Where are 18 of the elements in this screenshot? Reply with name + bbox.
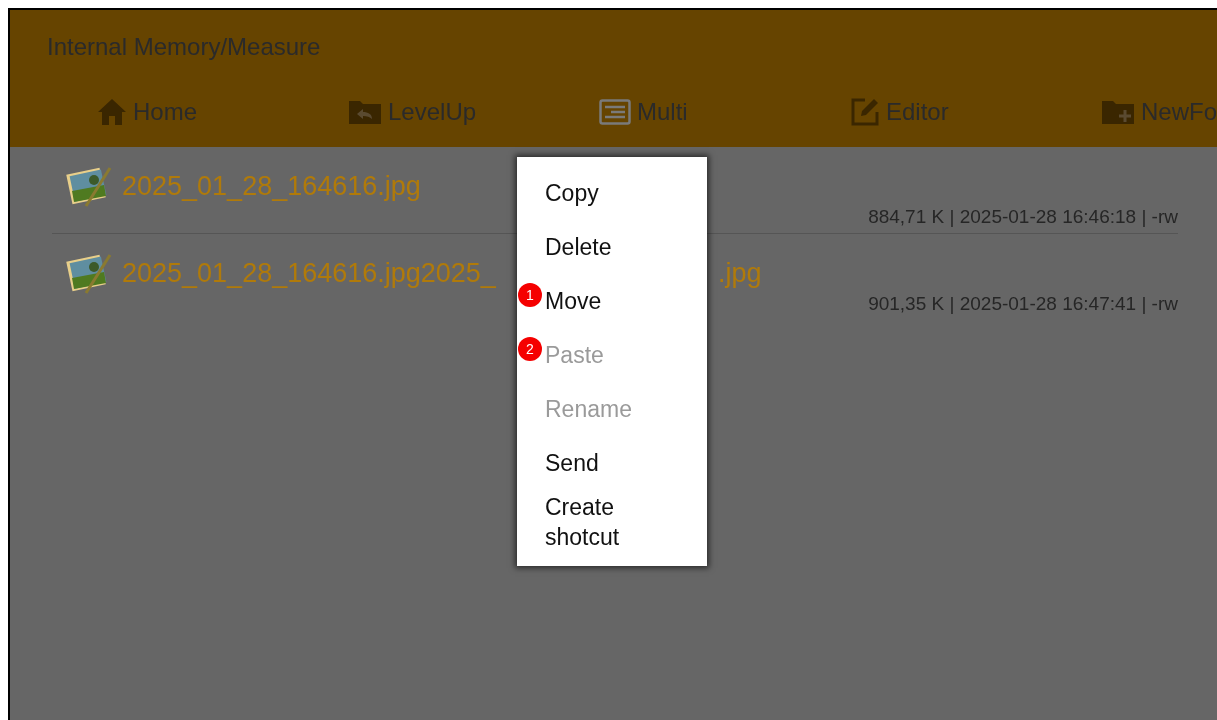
file-name: 2025_01_28_164616.jpg [122, 170, 421, 203]
folder-plus-icon [1101, 99, 1135, 125]
edit-icon [850, 97, 880, 127]
file-name: 2025_01_28_164616.jpg2025_ [122, 257, 496, 290]
path-title: Internal Memory/Measure [46, 32, 321, 62]
house-icon [97, 98, 127, 126]
menu-item[interactable]: Delete [517, 214, 707, 268]
number-marker: 2 [518, 337, 542, 361]
menu-item[interactable]: Copy [517, 160, 707, 214]
file-details: 884,71 K | 2025-01-28 16:46:18 | -rw [868, 205, 1178, 229]
menu-item[interactable]: 1 Move [517, 268, 707, 322]
menu-item[interactable]: Create shotcut [517, 484, 707, 560]
file-name-end: .jpg [717, 257, 762, 290]
file-details: 901,35 K | 2025-01-28 16:47:41 | -rw [868, 292, 1178, 316]
checklist-icon [599, 99, 631, 125]
number-marker: 1 [518, 283, 542, 307]
menu-item[interactable]: Send [517, 430, 707, 484]
folder-arrow-icon [348, 99, 382, 125]
